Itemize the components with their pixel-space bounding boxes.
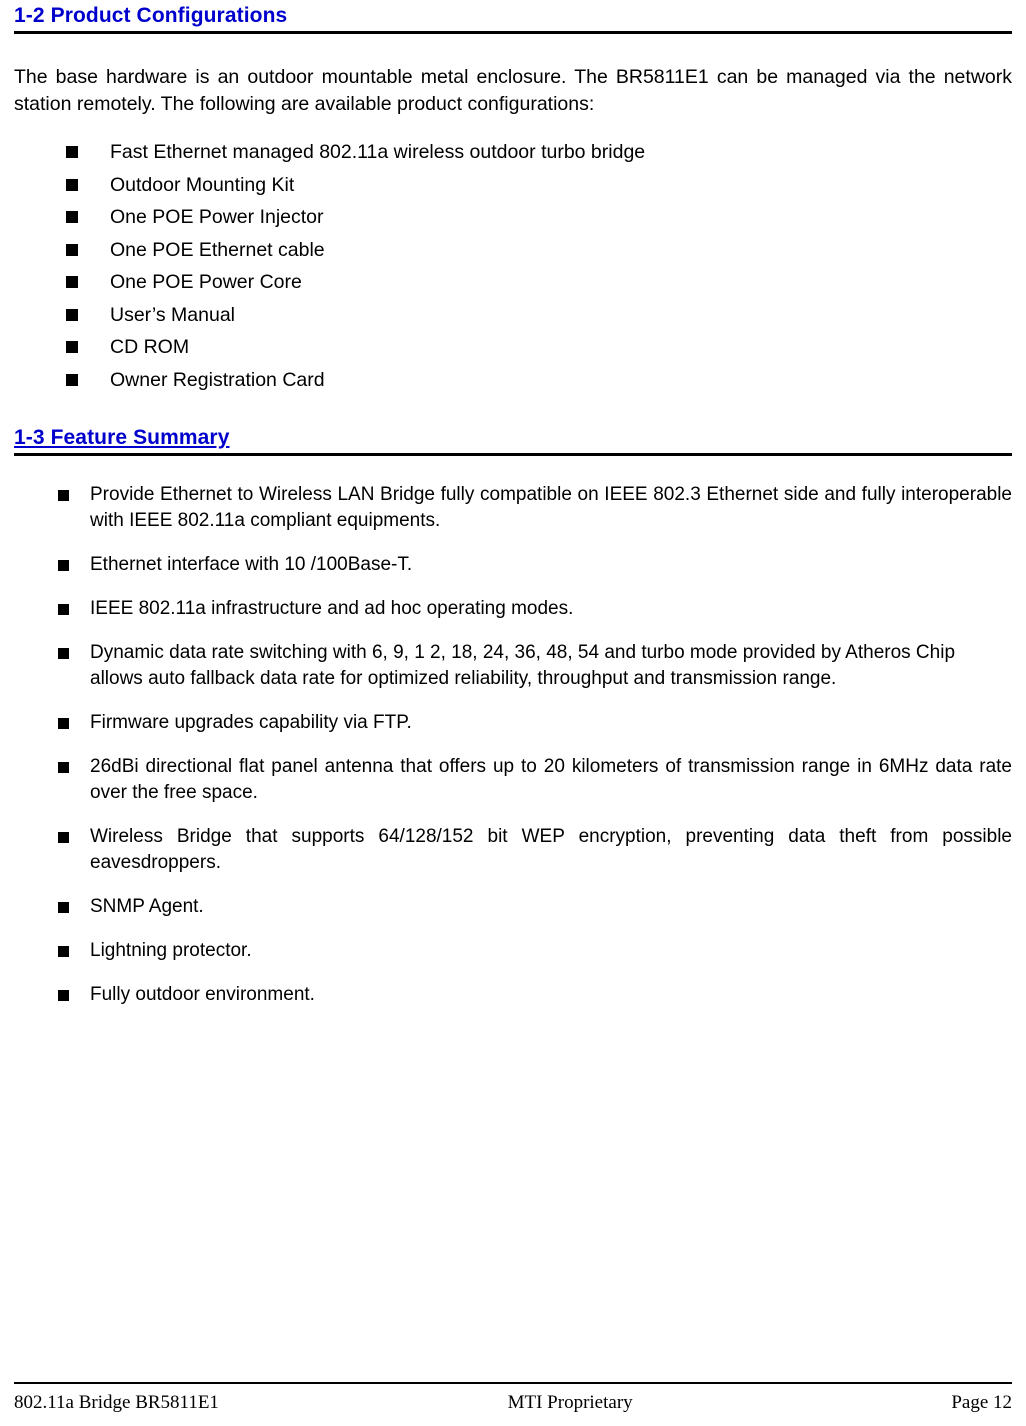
list-item: Fast Ethernet managed 802.11a wireless o… [64,136,1012,169]
footer-center-text: MTI Proprietary [507,1392,633,1413]
bullet-square-icon [58,990,69,1001]
list-item: CD ROM [64,331,1012,364]
list-item: One POE Ethernet cable [64,234,1012,267]
bullet-square-icon [66,308,78,321]
list-item-label: Fast Ethernet managed 802.11a wireless o… [110,141,646,163]
list-item: Outdoor Mounting Kit [64,169,1012,202]
list-item: Wireless Bridge that supports 64/128/152… [58,824,1012,876]
list-item-label: Lightning protector. [90,940,252,961]
list-item-label: One POE Power Injector [110,206,324,228]
list-item: Owner Registration Card [64,364,1012,397]
list-item: One POE Power Core [64,266,1012,299]
product-configurations-list: Fast Ethernet managed 802.11a wireless o… [64,136,1012,396]
footer-page-number: Page 12 [951,1392,1012,1413]
document-page: 1-2 Product Configurations The base hard… [0,4,1026,1426]
list-item: Dynamic data rate switching with 6, 9, 1… [58,640,1012,692]
bullet-square-icon [66,243,78,256]
list-item-label: Firmware upgrades capability via FTP. [90,712,412,733]
list-item: Firmware upgrades capability via FTP. [58,710,1012,736]
bullet-square-icon [58,718,69,729]
list-item-label: Fully outdoor environment. [90,984,315,1005]
list-item-label: Ethernet interface with 10 /100Base-T. [90,554,413,575]
list-item-label: Outdoor Mounting Kit [110,173,295,196]
intro-paragraph: The base hardware is an outdoor mountabl… [14,66,1012,115]
list-item: 26dBi directional flat panel antenna tha… [58,754,1012,806]
list-item: Lightning protector. [58,938,1012,964]
list-item: One POE Power Injector [64,201,1012,234]
bullet-square-icon [58,946,69,957]
bullet-square-icon [66,211,78,223]
bullet-square-icon [66,146,78,158]
list-item-label: 26dBi directional flat panel antenna tha… [90,756,1012,803]
list-item: Fully outdoor environment. [58,982,1012,1008]
bullet-square-icon [66,178,78,191]
bullet-square-icon [58,902,69,913]
section-heading-1-3-rule [14,453,1012,456]
list-item: SNMP Agent. [58,894,1012,920]
section-heading-1-2-text: 1-2 Product Configurations [14,4,288,27]
bullet-square-icon [58,604,69,615]
list-item: Ethernet interface with 10 /100Base-T. [58,552,1012,578]
bullet-square-icon [58,648,69,659]
list-item: Provide Ethernet to Wireless LAN Bridge … [58,482,1012,534]
bullet-square-icon [66,373,78,386]
list-item-label: Dynamic data rate switching with 6, 9, 1… [90,642,956,689]
bullet-square-icon [58,560,69,571]
list-item-label: Wireless Bridge that supports 64/128/152… [90,826,1012,873]
list-item: User’s Manual [64,299,1012,332]
bullet-square-icon [58,490,69,501]
bullet-square-icon [58,762,69,773]
page-footer: 802.11a Bridge BR5811E1 MTI Proprietary … [14,1382,1012,1414]
section-heading-1-2-rule [14,31,1012,34]
list-item-label: IEEE 802.11a infrastructure and ad hoc o… [90,598,574,619]
bullet-square-icon [66,341,78,353]
list-item: IEEE 802.11a infrastructure and ad hoc o… [58,596,1012,622]
feature-summary-list: Provide Ethernet to Wireless LAN Bridge … [58,482,1012,1008]
list-item-label: One POE Ethernet cable [110,238,325,261]
list-item-label: User’s Manual [110,303,235,326]
list-item-label: SNMP Agent. [90,896,204,917]
list-item-label: CD ROM [110,336,190,358]
list-item-label: One POE Power Core [110,271,302,293]
section-heading-1-3-text: 1-3 Feature Summary [14,426,230,449]
section-heading-1-3: 1-3 Feature Summary [14,426,1012,453]
section-heading-1-2: 1-2 Product Configurations [14,4,1012,31]
list-item-label: Owner Registration Card [110,368,325,391]
bullet-square-icon [58,832,69,843]
bullet-square-icon [66,276,78,288]
list-item-label: Provide Ethernet to Wireless LAN Bridge … [90,484,1012,531]
